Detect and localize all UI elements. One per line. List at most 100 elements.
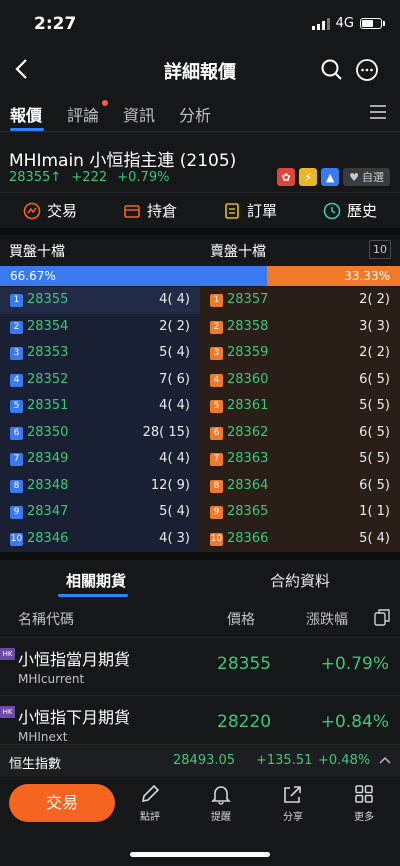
col-price: 價格 [227, 612, 255, 628]
futures-row[interactable]: HK 小恒指當月期貨 MHIcurrent 28355 +0.79% [0, 638, 400, 696]
alert-button[interactable]: 提醒 [197, 783, 245, 823]
signal-icon [311, 17, 330, 30]
tab-news[interactable]: 資訊 [123, 102, 155, 126]
status-bar: 2:27 4G [0, 0, 400, 46]
copy-icon[interactable] [374, 608, 390, 626]
level-price: 28361 [227, 398, 269, 413]
instrument-name: MHImain 小恒指主連 (2105) [9, 151, 237, 171]
action-trade[interactable]: 交易 [0, 193, 100, 228]
nav-bar: 詳細報價 [0, 46, 400, 94]
tab-analysis[interactable]: 分析 [179, 102, 211, 126]
ask-level-row[interactable]: 8 28364 6( 5) [200, 473, 400, 500]
level-price: 28346 [27, 530, 69, 546]
watchlist-button[interactable]: ♥ 自選 [343, 168, 390, 186]
level-index: 8 [210, 479, 223, 493]
futures-row[interactable]: HK 小恒指下月期貨 MHInext 28220 +0.84% [0, 696, 400, 745]
status-time: 2:27 [34, 14, 77, 34]
bid-level-row[interactable]: 5 28351 4( 4) [0, 393, 200, 420]
col-name: 名稱代碼 [18, 612, 74, 628]
ask-level-row[interactable]: 4 28360 6( 5) [200, 367, 400, 394]
chevron-up-icon[interactable] [379, 756, 391, 764]
trade-button[interactable]: 交易 [9, 784, 115, 822]
more-button[interactable]: 更多 [340, 783, 388, 823]
level-volume: 12( 9) [150, 477, 190, 493]
ask-level-row[interactable]: 1 28357 2( 2) [200, 287, 400, 314]
level-price: 28357 [227, 292, 269, 307]
level-volume: 7( 6) [159, 371, 190, 387]
tab-comments[interactable]: 評論 [67, 102, 99, 126]
level-volume: 2( 2) [159, 318, 190, 334]
level-volume: 28( 15) [142, 424, 190, 440]
level-index: 6 [210, 426, 223, 440]
battery-icon [360, 18, 385, 29]
comment-button[interactable]: 點評 [126, 783, 174, 823]
level-index: 3 [210, 347, 223, 360]
futures-table-header: 名稱代碼 價格 漲跌幅 [0, 598, 400, 638]
bid-level-row[interactable]: 2 28354 2( 2) [0, 314, 200, 341]
futures-code: MHInext [18, 730, 68, 744]
level-index: 1 [210, 294, 223, 307]
futures-tabs: 相關期貨 合約資料 [0, 560, 400, 598]
ask-level-row[interactable]: 3 28359 2( 2) [200, 340, 400, 367]
bid-level-row[interactable]: 9 28347 5( 4) [0, 499, 200, 526]
bid-level-row[interactable]: 4 28352 7( 6) [0, 367, 200, 394]
ask-level-row[interactable]: 2 28358 3( 3) [200, 314, 400, 341]
index-name: 恒生指數 [9, 757, 62, 772]
bid-level-row[interactable]: 7 28349 4( 4) [0, 446, 200, 473]
level-price: 28354 [27, 318, 69, 334]
ask-level-row[interactable]: 10 28366 5( 4) [200, 526, 400, 553]
level-index: 5 [10, 400, 23, 413]
ask-title: 賣盤十檔 [210, 244, 266, 260]
hk-market-badge: HK [0, 706, 15, 718]
level-volume: 5( 5) [359, 398, 390, 413]
share-button[interactable]: 分享 [269, 783, 317, 823]
level-price: 28365 [227, 504, 269, 519]
search-icon[interactable] [321, 59, 343, 81]
action-position[interactable]: 持倉 [100, 193, 200, 228]
level-volume: 5( 4) [159, 504, 190, 519]
bid-level-row[interactable]: 6 28350 28( 15) [0, 420, 200, 447]
bid-level-row[interactable]: 8 28348 12( 9) [0, 473, 200, 500]
trade-icon [23, 202, 41, 219]
futures-code: MHIcurrent [18, 672, 85, 686]
bottom-bar: 交易 點評 提醒 分享 更多 [0, 777, 400, 866]
ask-level-row[interactable]: 7 28363 5( 5) [200, 446, 400, 473]
instrument-header: MHImain 小恒指主連 (2105) 28355↑ +222 +0.79% … [0, 140, 400, 192]
level-price: 28366 [227, 530, 269, 546]
bell-icon [211, 786, 231, 805]
level-price: 28362 [227, 424, 269, 440]
ask-level-row[interactable]: 9 28365 1( 1) [200, 499, 400, 526]
level-volume: 4( 4) [159, 398, 190, 413]
level-price: 28349 [27, 451, 69, 466]
futures-name: 小恒指下月期貨 [18, 708, 131, 727]
action-order[interactable]: 訂單 [200, 193, 300, 228]
level-index: 9 [210, 506, 223, 519]
level-index: 3 [10, 347, 23, 360]
bid-list: 1 28355 4( 4) 2 28354 2( 2) 3 28353 5( 4) 4 28352 7… [0, 287, 200, 552]
depth-selector[interactable]: 10 [369, 240, 391, 259]
tab-related-futures[interactable]: 相關期貨 [66, 570, 126, 591]
level-volume: 4( 4) [159, 451, 190, 466]
ask-level-row[interactable]: 5 28361 5( 5) [200, 393, 400, 420]
triangle-icon: ▲ [321, 168, 340, 186]
bid-level-row[interactable]: 3 28353 5( 4) [0, 340, 200, 367]
price-change-pct: +0.79% [117, 170, 170, 185]
tab-contract-info[interactable]: 合約資料 [270, 570, 330, 591]
bid-ratio: 66.67% [0, 266, 267, 286]
menu-icon[interactable] [370, 105, 386, 119]
level-volume: 3( 3) [359, 318, 390, 334]
level-price: 28358 [227, 318, 269, 334]
action-history[interactable]: 歷史 [300, 193, 400, 228]
grid-icon [355, 785, 373, 803]
bid-level-row[interactable]: 10 28346 4( 3) [0, 526, 200, 553]
ask-level-row[interactable]: 6 28362 6( 5) [200, 420, 400, 447]
bid-level-row[interactable]: 1 28355 4( 4) [0, 287, 200, 314]
level-index: 9 [10, 506, 23, 519]
tab-quote[interactable]: 報價 [10, 102, 42, 126]
level-price: 28363 [227, 451, 269, 466]
index-ticker[interactable]: 恒生指數 28493.05 +135.51 +0.48% [0, 745, 400, 777]
futures-change: +0.84% [320, 712, 389, 732]
futures-name: 小恒指當月期貨 [18, 650, 131, 669]
chat-icon[interactable] [355, 58, 379, 82]
tab-indicator [10, 128, 44, 131]
